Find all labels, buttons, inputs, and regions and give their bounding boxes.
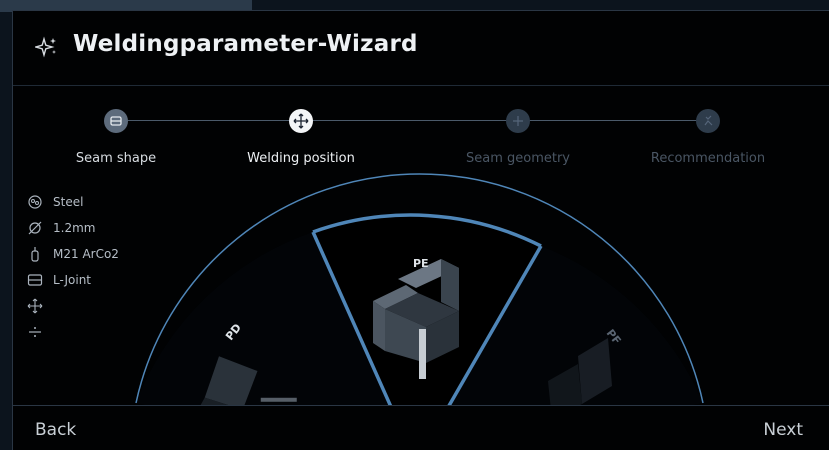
- position-label-pe: PE: [413, 257, 429, 270]
- divide-icon: [27, 324, 43, 340]
- param-joint: L-Joint: [27, 267, 119, 293]
- wizard-panel: Weldingparameter-Wizard Seam shape Weldi…: [12, 10, 829, 450]
- gas-bottle-icon: [27, 246, 43, 262]
- param-gas: M21 ArCo2: [27, 241, 119, 267]
- wizard-footer: Back Next: [13, 405, 829, 450]
- material-icon: [27, 194, 43, 210]
- parameter-summary: Steel 1.2mm M21 ArCo2 L-Joint: [27, 189, 119, 345]
- param-text: Steel: [53, 195, 84, 209]
- param-text: 1.2mm: [53, 221, 96, 235]
- joint-icon: [27, 272, 43, 288]
- move-arrows-icon: [27, 298, 43, 314]
- param-material: Steel: [27, 189, 119, 215]
- param-geometry: [27, 319, 119, 345]
- param-text: M21 ArCo2: [53, 247, 119, 261]
- position-selector: PD PE PF: [135, 173, 704, 450]
- param-diameter: 1.2mm: [27, 215, 119, 241]
- diameter-icon: [27, 220, 43, 236]
- next-button[interactable]: Next: [763, 420, 803, 440]
- back-button[interactable]: Back: [35, 420, 76, 440]
- param-position: [27, 293, 119, 319]
- param-text: L-Joint: [53, 273, 91, 287]
